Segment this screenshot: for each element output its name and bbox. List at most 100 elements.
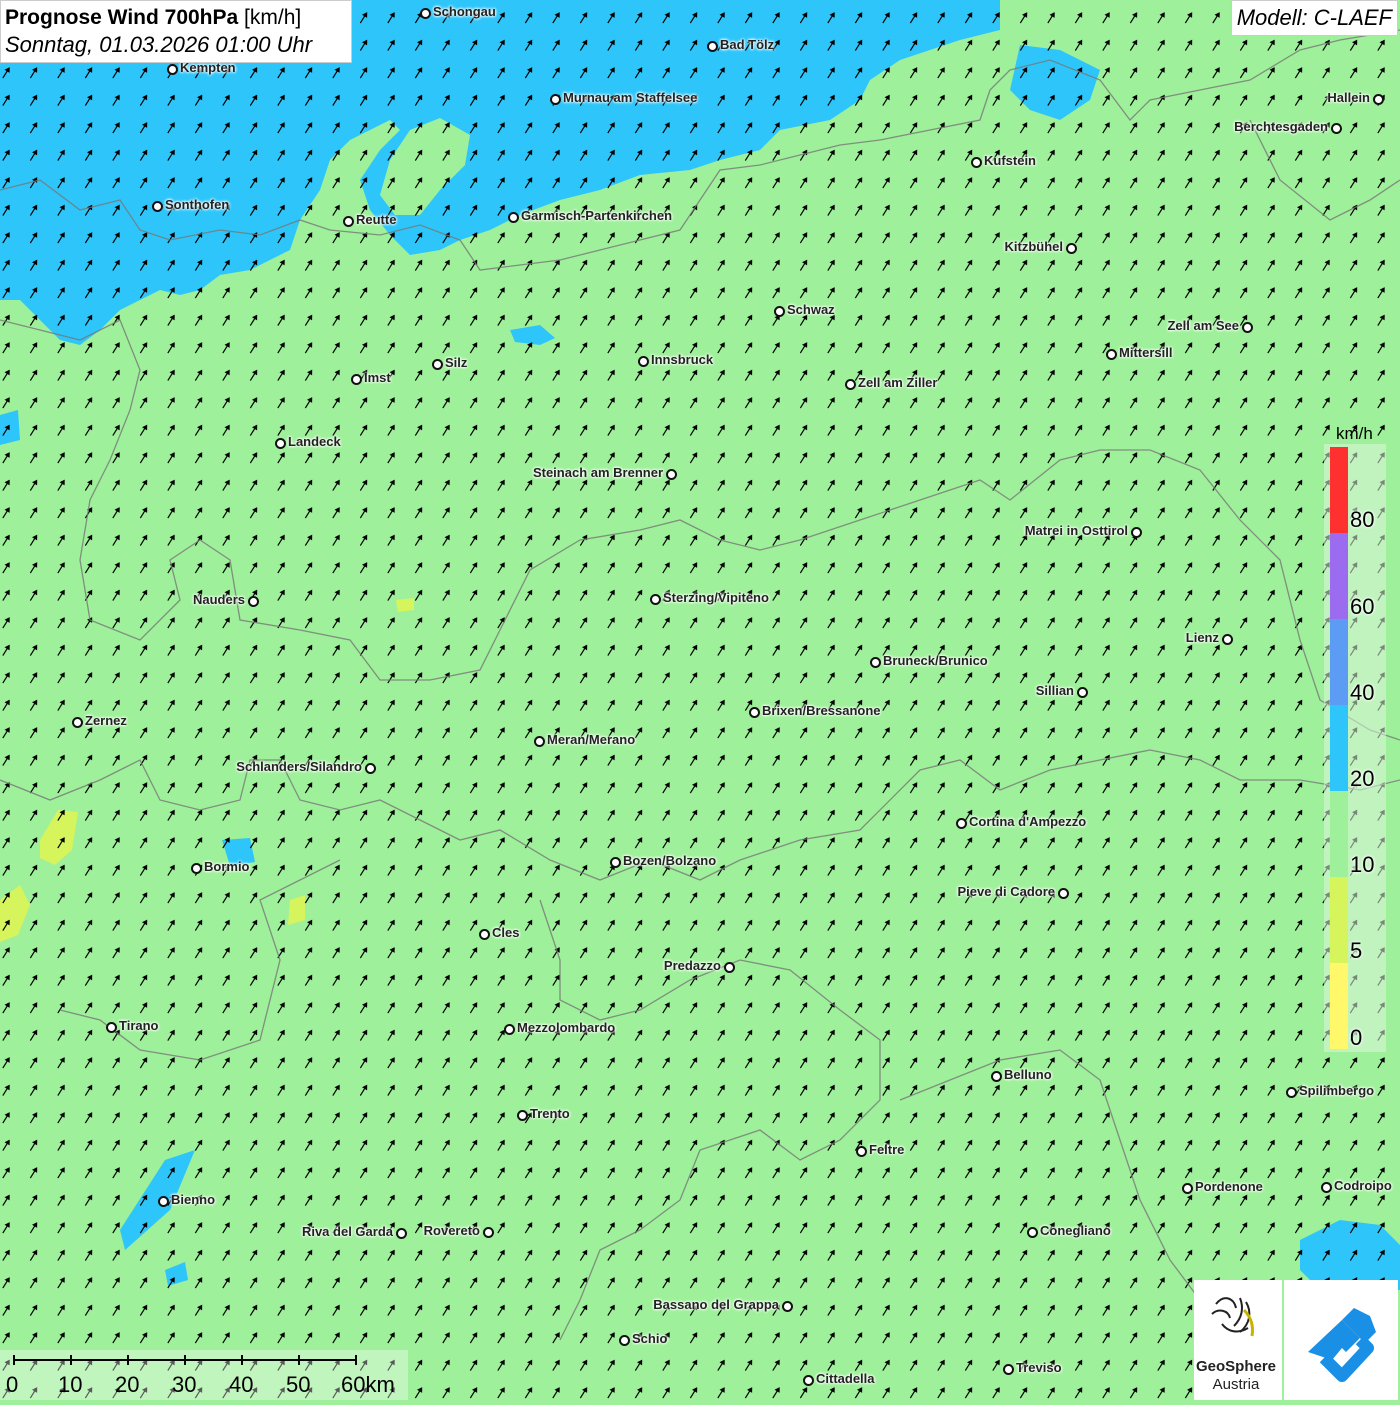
city-marker	[956, 818, 967, 829]
city-label: Bienno	[171, 1192, 215, 1207]
city-marker	[638, 356, 649, 367]
city-label: Bad Tölz	[720, 37, 774, 52]
city-marker	[650, 594, 661, 605]
city-marker	[508, 212, 519, 223]
city-label: Zell am See	[1167, 318, 1239, 333]
city-marker	[724, 962, 735, 973]
city-label: Kufstein	[984, 153, 1036, 168]
city-marker	[167, 64, 178, 75]
legend-unit: km/h	[1336, 424, 1373, 444]
city-marker	[1077, 687, 1088, 698]
legend-color-band	[1330, 963, 1348, 1049]
city-label: Imst	[364, 370, 391, 385]
city-label: Predazzo	[664, 958, 721, 973]
legend-tick-label: 80	[1350, 507, 1374, 533]
legend-tick-label: 60	[1350, 594, 1374, 620]
legend-color-band	[1330, 791, 1348, 877]
city-label: Treviso	[1016, 1360, 1062, 1375]
city-label: Bruneck/Brunico	[883, 653, 988, 668]
city-label: Feltre	[869, 1142, 904, 1157]
city-label: Cortina d'Ampezzo	[969, 814, 1086, 829]
city-marker	[504, 1024, 515, 1035]
city-marker	[550, 94, 561, 105]
weather-app-icon	[1284, 1280, 1398, 1400]
city-label: Zell am Ziller	[858, 375, 937, 390]
city-label: Steinach am Brenner	[533, 465, 663, 480]
city-marker	[1106, 349, 1117, 360]
city-marker	[1027, 1227, 1038, 1238]
city-label: Innsbruck	[651, 352, 713, 367]
city-label: Schio	[632, 1331, 667, 1346]
city-label: Mittersill	[1119, 345, 1172, 360]
city-label: Hallein	[1327, 90, 1370, 105]
scale-tick-label: 30	[172, 1372, 196, 1398]
city-label: Riva del Garda	[302, 1224, 393, 1239]
city-marker	[365, 763, 376, 774]
city-marker	[774, 306, 785, 317]
legend-color-band	[1330, 447, 1348, 533]
city-marker	[749, 707, 760, 718]
city-marker	[1242, 322, 1253, 333]
city-marker	[483, 1227, 494, 1238]
city-marker	[351, 374, 362, 385]
wind-patch-3	[0, 410, 20, 445]
weather-app-logo[interactable]	[1284, 1280, 1398, 1400]
city-marker	[619, 1335, 630, 1346]
city-label: Murnau am Staffelsee	[563, 90, 697, 105]
city-marker	[1182, 1183, 1193, 1194]
city-marker	[1286, 1087, 1297, 1098]
city-label: Berchtesgaden	[1234, 119, 1328, 134]
city-marker	[845, 379, 856, 390]
legend-tick-label: 10	[1350, 852, 1374, 878]
city-marker	[666, 469, 677, 480]
legend-color-band	[1330, 705, 1348, 791]
geosphere-country: Austria	[1194, 1376, 1278, 1394]
city-label: Meran/Merano	[547, 732, 635, 747]
city-marker	[1222, 634, 1233, 645]
city-label: Cittadella	[816, 1371, 875, 1386]
city-marker	[420, 8, 431, 19]
city-label: Reutte	[356, 212, 396, 227]
city-label: Schongau	[433, 4, 496, 19]
city-label: Zernez	[85, 713, 127, 728]
city-marker	[248, 596, 259, 607]
city-marker	[72, 717, 83, 728]
city-marker	[106, 1022, 117, 1033]
city-marker	[158, 1196, 169, 1207]
map-title-unit: [km/h]	[244, 6, 301, 29]
city-label: Sterzing/Vipiteno	[663, 590, 769, 605]
city-marker	[152, 201, 163, 212]
city-marker	[343, 216, 354, 227]
geosphere-logo[interactable]: GeoSphere Austria	[1194, 1280, 1282, 1400]
scale-tick-label: 40	[229, 1372, 253, 1398]
city-marker	[517, 1110, 528, 1121]
city-marker	[191, 863, 202, 874]
city-label: Bozen/Bolzano	[623, 853, 716, 868]
city-label: Tirano	[119, 1018, 159, 1033]
city-marker	[707, 41, 718, 52]
city-marker	[1003, 1364, 1014, 1375]
city-marker	[1331, 123, 1342, 134]
city-label: Sillian	[1036, 683, 1074, 698]
city-marker	[1373, 94, 1384, 105]
city-label: Schwaz	[787, 302, 835, 317]
city-marker	[610, 857, 621, 868]
city-marker	[1131, 527, 1142, 538]
legend-color-band	[1330, 877, 1348, 963]
city-label: Spilimbergo	[1299, 1083, 1374, 1098]
city-label: Silz	[445, 355, 467, 370]
scale-tick-label: 50	[286, 1372, 310, 1398]
city-label: Kempten	[180, 60, 236, 75]
legend-tick-label: 0	[1350, 1025, 1362, 1051]
city-label: Landeck	[288, 434, 341, 449]
city-marker	[396, 1228, 407, 1239]
legend-tick-label: 40	[1350, 680, 1374, 706]
city-label: Bormio	[204, 859, 250, 874]
city-marker	[856, 1146, 867, 1157]
city-label: Nauders	[193, 592, 245, 607]
city-marker	[479, 929, 490, 940]
city-marker	[782, 1301, 793, 1312]
city-label: Garmisch-Partenkirchen	[521, 208, 672, 223]
map-title: Prognose Wind 700hPa [km/h]	[5, 4, 347, 32]
city-label: Lienz	[1186, 630, 1219, 645]
